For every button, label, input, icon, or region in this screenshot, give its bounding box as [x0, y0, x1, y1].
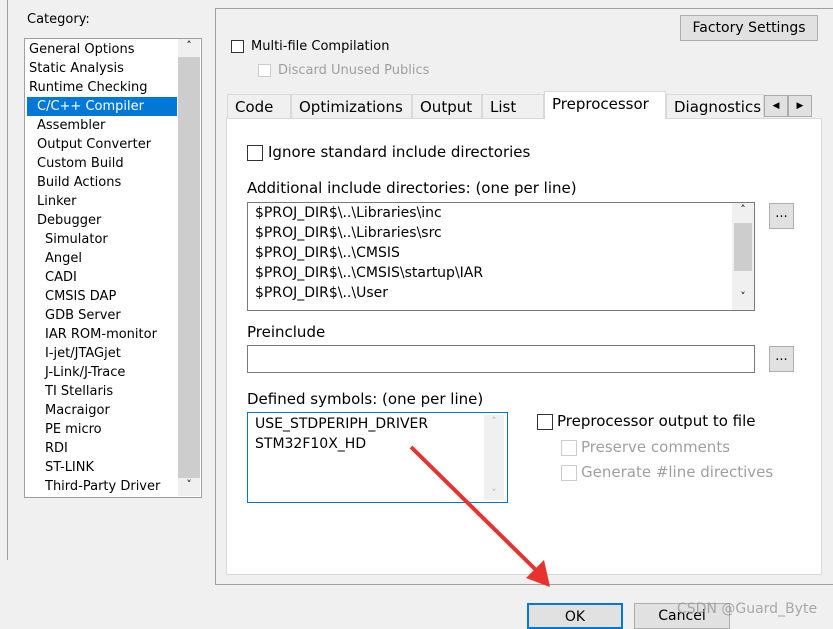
arrow-shaft — [409, 445, 540, 574]
red-arrow-annotation — [409, 445, 550, 587]
